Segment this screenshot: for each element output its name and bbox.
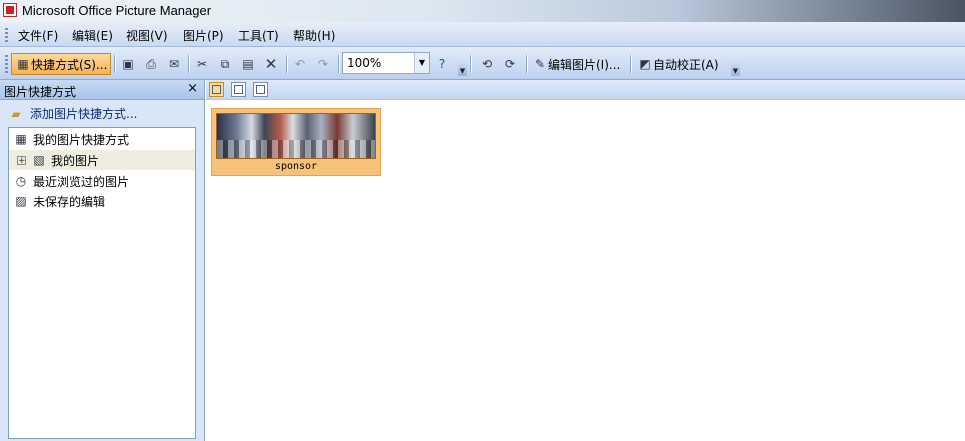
redo-icon: ↷ (317, 57, 329, 71)
help-icon: ? (438, 57, 446, 71)
separator (526, 55, 528, 73)
window-title: Microsoft Office Picture Manager (22, 3, 212, 18)
rotate-left-button[interactable]: ⟲ (479, 53, 495, 75)
zoom-value: 100% (347, 56, 382, 70)
close-icon[interactable]: × (187, 81, 198, 96)
thumbnail-item[interactable]: sponsor (211, 108, 381, 176)
rotate-right-icon: ⟳ (504, 57, 516, 71)
tree-item-my-shortcuts[interactable]: ▦ 我的图片快捷方式 (13, 129, 129, 149)
auto-correct-label: 自动校正(A) (653, 57, 719, 72)
recent-folder-icon: ◷ (15, 174, 27, 188)
print-button[interactable]: ⎙ (143, 53, 159, 75)
help-button[interactable]: ? (434, 53, 450, 75)
add-shortcut-label: 添加图片快捷方式... (30, 107, 138, 121)
menu-grip[interactable] (5, 28, 8, 42)
save-button[interactable]: ▣ (120, 53, 136, 75)
tree-item-label: 我的图片 (51, 153, 100, 168)
unsaved-folder-icon: ▨ (15, 194, 27, 208)
separator (338, 55, 340, 73)
edit-picture-label: 编辑图片(I)... (548, 57, 621, 72)
menu-view[interactable]: 视图(V) (126, 27, 168, 44)
copy-icon: ⧉ (220, 57, 230, 71)
email-icon: ✉ (168, 57, 180, 71)
shortcuts-button[interactable]: ▦ 快捷方式(S)... (11, 53, 112, 75)
tree-item-unsaved[interactable]: ▨ 未保存的编辑 (13, 191, 105, 211)
toolbar-overflow-icon[interactable]: ▼ (731, 60, 740, 76)
paste-icon: ▤ (242, 57, 254, 71)
expand-icon[interactable]: + (17, 155, 26, 165)
separator (630, 55, 632, 73)
chevron-down-icon[interactable]: ▼ (414, 53, 429, 73)
title-bar: Microsoft Office Picture Manager (0, 0, 965, 22)
separator (188, 55, 190, 73)
undo-icon: ↶ (294, 57, 306, 71)
tree-item-label: 未保存的编辑 (33, 194, 106, 209)
tree-item-label: 最近浏览过的图片 (33, 174, 130, 189)
menu-tools[interactable]: 工具(T) (238, 27, 279, 44)
picture-view: sponsor (206, 80, 965, 441)
shortcut-folder-icon: ▦ (15, 132, 27, 146)
toolbar-grip[interactable] (5, 55, 8, 73)
copy-button[interactable]: ⧉ (217, 53, 233, 75)
single-picture-view-icon[interactable] (253, 82, 268, 97)
menu-edit[interactable]: 编辑(E) (72, 27, 113, 44)
menu-help[interactable]: 帮助(H) (293, 27, 335, 44)
thumbnail-view-icon[interactable] (209, 82, 224, 97)
rotate-right-button[interactable]: ⟳ (502, 53, 518, 75)
filmstrip-view-icon[interactable] (231, 82, 246, 97)
tree-item-label: 我的图片快捷方式 (33, 132, 130, 147)
menu-bar: 文件(F) 编辑(E) 视图(V) 图片(P) 工具(T) 帮助(H) (0, 22, 965, 47)
add-shortcut-link[interactable]: ▰ 添加图片快捷方式... (8, 105, 137, 122)
view-bar (206, 80, 965, 100)
pane-header: 图片快捷方式 × (0, 80, 204, 100)
tree-item-recent[interactable]: ◷ 最近浏览过的图片 (13, 171, 129, 191)
auto-correct-button[interactable]: ◩ 自动校正(A) (637, 53, 719, 75)
paste-button[interactable]: ▤ (240, 53, 256, 75)
standard-toolbar: ▦ 快捷方式(S)... ▣ ⎙ ✉ ✂ ⧉ ▤ ✕ ↶ ↷ ? ⟲ ⟳ ✎ 编… (0, 47, 965, 80)
picture-shortcuts-pane: 图片快捷方式 × ▰ 添加图片快捷方式... ▦ 我的图片快捷方式 + ▧ 我的… (0, 80, 205, 441)
edit-picture-button[interactable]: ✎ 编辑图片(I)... (532, 53, 620, 75)
pane-title: 图片快捷方式 (4, 85, 77, 99)
zoom-combobox[interactable]: 100% ▼ (342, 52, 430, 74)
thumbnail-image[interactable] (216, 113, 376, 159)
cut-button[interactable]: ✂ (194, 53, 210, 75)
menu-file[interactable]: 文件(F) (18, 27, 58, 44)
pictures-folder-icon: ▧ (33, 153, 45, 167)
separator (114, 55, 116, 73)
email-button[interactable]: ✉ (166, 53, 182, 75)
auto-correct-icon: ◩ (639, 57, 651, 71)
tree-item-my-pictures[interactable]: + ▧ 我的图片 (9, 150, 195, 170)
delete-icon: ✕ (264, 55, 278, 73)
thumbnail-caption: sponsor (274, 161, 318, 172)
edit-picture-icon: ✎ (534, 57, 546, 71)
shortcuts-label: 快捷方式(S)... (31, 57, 108, 72)
separator (470, 55, 472, 73)
toolbar-overflow-icon[interactable]: ▼ (458, 60, 467, 76)
app-icon (3, 3, 17, 17)
shortcut-folder-icon: ▦ (17, 57, 29, 71)
cut-icon: ✂ (196, 57, 208, 71)
save-icon: ▣ (122, 57, 134, 71)
menu-picture[interactable]: 图片(P) (183, 27, 224, 44)
separator (286, 55, 288, 73)
undo-button[interactable]: ↶ (292, 53, 308, 75)
print-icon: ⎙ (146, 57, 156, 71)
redo-button[interactable]: ↷ (315, 53, 331, 75)
rotate-left-icon: ⟲ (481, 57, 493, 71)
shortcut-tree: ▦ 我的图片快捷方式 + ▧ 我的图片 ◷ 最近浏览过的图片 ▨ 未保存的编辑 (8, 127, 196, 439)
folder-add-icon: ▰ (11, 106, 21, 121)
delete-button[interactable]: ✕ (263, 53, 279, 75)
